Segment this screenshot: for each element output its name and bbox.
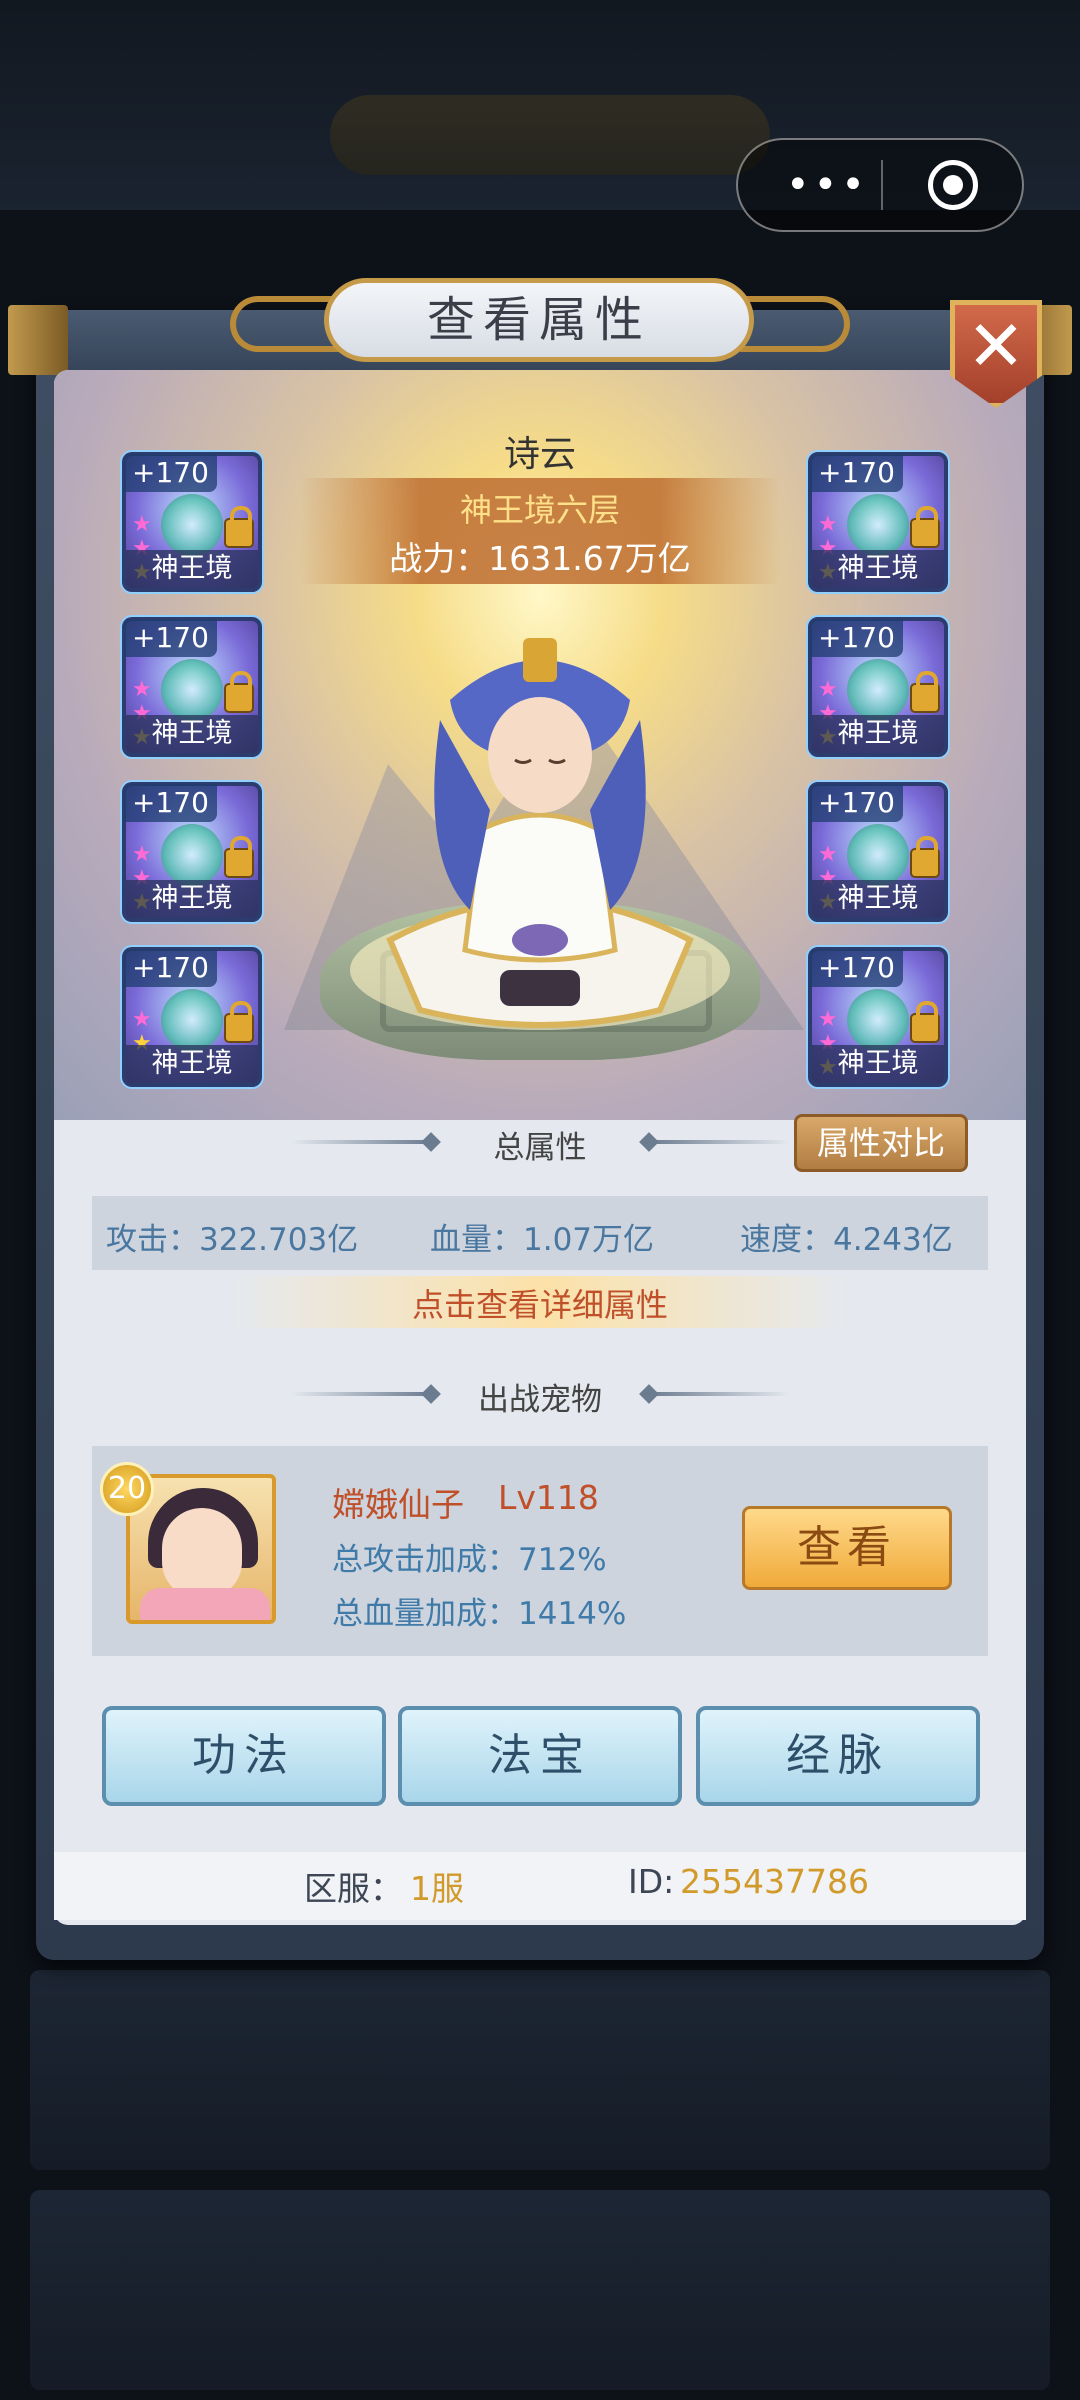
jingmai-button[interactable]: 经脉 xyxy=(696,1706,980,1806)
equip-tier-label: 神王境 xyxy=(126,550,258,588)
section-title-pet: 出战宠物 xyxy=(478,1382,602,1418)
equip-slot-left-4[interactable]: +170 ★ ★ 神王境 xyxy=(122,947,262,1087)
title-ornament-right xyxy=(740,296,850,352)
section-divider-right xyxy=(650,1392,790,1396)
lock-icon xyxy=(224,836,254,878)
equip-tier-label: 神王境 xyxy=(812,1045,944,1083)
compare-attributes-button[interactable]: 属性对比 xyxy=(794,1114,968,1172)
footer-bar xyxy=(54,1852,1026,1920)
pet-name: 嫦娥仙子 xyxy=(332,1485,464,1524)
background-banner xyxy=(330,95,770,175)
star-icon: ★ xyxy=(132,842,152,867)
pet-level: Lv118 xyxy=(498,1478,599,1517)
hero-figure xyxy=(350,638,730,1030)
equip-enhance-level: +170 xyxy=(124,784,217,822)
hero-power: 战力：1631.67万亿 xyxy=(389,539,691,578)
lock-icon xyxy=(910,1001,940,1043)
equip-tier-label: 神王境 xyxy=(126,715,258,753)
equip-helmet-icon xyxy=(161,659,223,721)
lock-icon xyxy=(224,671,254,713)
equip-slot-right-4[interactable]: +170 ★★★ 神王境 xyxy=(808,947,948,1087)
equip-tier-label: 神王境 xyxy=(126,880,258,918)
equip-ring-icon xyxy=(161,989,223,1051)
stat-attack: 攻击：322.703亿 xyxy=(106,1222,359,1258)
capsule-divider xyxy=(881,160,883,210)
server-value: 1服 xyxy=(410,1869,464,1908)
equip-weapon-icon xyxy=(161,494,223,556)
target-icon[interactable] xyxy=(928,160,978,210)
section-divider-left xyxy=(290,1392,430,1396)
background-list-card xyxy=(30,2190,1050,2390)
star-icon: ★ xyxy=(132,677,152,702)
equip-tier-label: 神王境 xyxy=(812,550,944,588)
equip-tier-label: 神王境 xyxy=(126,1045,258,1083)
lock-icon xyxy=(910,836,940,878)
section-title-attributes: 总属性 xyxy=(493,1130,587,1166)
equip-enhance-level: +170 xyxy=(124,619,217,657)
equip-enhance-level: +170 xyxy=(124,454,217,492)
more-dots-icon[interactable]: ••• xyxy=(786,160,866,210)
equip-enhance-level: +170 xyxy=(124,949,217,987)
capsule-menu: ••• xyxy=(736,138,1024,232)
star-icon: ★ xyxy=(818,512,838,537)
equip-tier-label: 神王境 xyxy=(812,880,944,918)
equip-slot-left-2[interactable]: +170 ★★★ 神王境 xyxy=(122,617,262,757)
server-label: 区服： xyxy=(304,1869,403,1908)
background-list-card xyxy=(30,1970,1050,2170)
lock-icon xyxy=(910,671,940,713)
equip-slot-left-1[interactable]: +170 ★★★ 神王境 xyxy=(122,452,262,592)
lock-icon xyxy=(224,506,254,548)
id-label: ID: xyxy=(628,1862,675,1901)
equip-tier-label: 神王境 xyxy=(812,715,944,753)
equip-belt-icon xyxy=(847,824,909,886)
equip-slot-right-3[interactable]: +170 ★★★ 神王境 xyxy=(808,782,948,922)
equip-necklace-icon xyxy=(161,824,223,886)
pet-body xyxy=(140,1588,270,1620)
star-icon: ★ xyxy=(132,1007,152,1032)
equip-enhance-level: +170 xyxy=(810,454,903,492)
rail-end-left xyxy=(8,305,68,375)
gongfa-button[interactable]: 功法 xyxy=(102,1706,386,1806)
id-value: 255437786 xyxy=(680,1862,869,1901)
equip-enhance-level: +170 xyxy=(810,949,903,987)
hero-name: 诗云 xyxy=(503,434,576,475)
close-icon[interactable]: ✕ xyxy=(950,300,1042,392)
star-icon: ★ xyxy=(132,512,152,537)
equip-enhance-level: +170 xyxy=(810,784,903,822)
stat-hp: 血量：1.07万亿 xyxy=(430,1222,655,1258)
pet-face xyxy=(162,1508,242,1598)
equip-armor-icon xyxy=(847,494,909,556)
equip-slot-left-3[interactable]: +170 ★★★ 神王境 xyxy=(122,782,262,922)
fabao-button[interactable]: 法宝 xyxy=(398,1706,682,1806)
stat-speed: 速度：4.243亿 xyxy=(740,1222,953,1258)
equip-jade-pendant-icon xyxy=(847,989,909,1051)
equip-slot-right-2[interactable]: +170 ★★★ 神王境 xyxy=(808,617,948,757)
lock-icon xyxy=(224,1001,254,1043)
star-icon: ★ xyxy=(818,842,838,867)
dialog-title: 查看属性 xyxy=(426,292,651,348)
equip-boots-icon xyxy=(847,659,909,721)
view-pet-button[interactable]: 查看 xyxy=(742,1506,952,1590)
hero-realm: 神王境六层 xyxy=(459,491,620,529)
pet-hp-bonus: 总血量加成：1414% xyxy=(332,1596,627,1632)
equip-slot-right-1[interactable]: +170 ★★★ 神王境 xyxy=(808,452,948,592)
pet-attack-bonus: 总攻击加成：712% xyxy=(332,1542,607,1578)
pet-star-level-badge: 20 xyxy=(100,1462,154,1516)
lock-icon xyxy=(910,506,940,548)
star-icon: ★ xyxy=(818,1007,838,1032)
section-divider-right xyxy=(650,1140,790,1144)
section-divider-left xyxy=(290,1140,430,1144)
equip-enhance-level: +170 xyxy=(810,619,903,657)
star-icon: ★ xyxy=(818,677,838,702)
view-detail-attributes-link[interactable]: 点击查看详细属性 xyxy=(230,1280,850,1326)
